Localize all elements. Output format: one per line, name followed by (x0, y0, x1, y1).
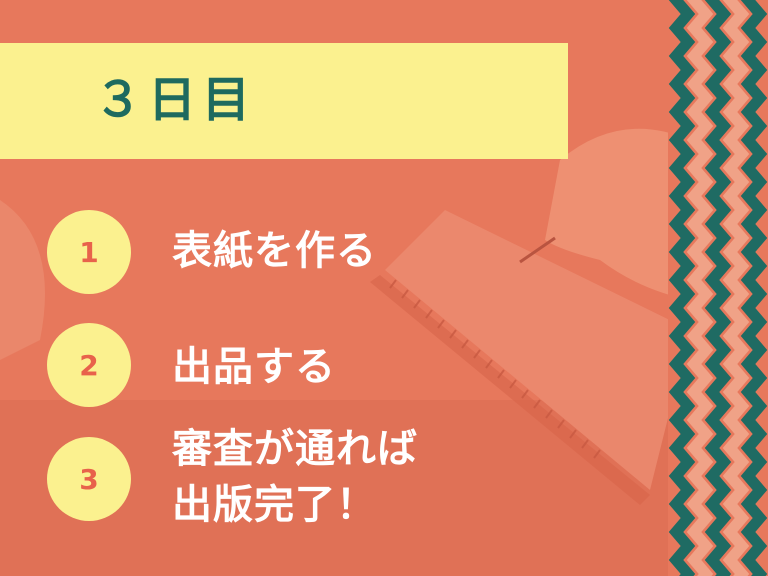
step-3-text-line2: 出版完了！ (172, 482, 377, 528)
step-3-text-line1: 審査が通れば (172, 426, 418, 472)
step-1-text: 表紙を作る (172, 228, 377, 274)
title-banner (0, 43, 568, 159)
step-2-text: 出品する (172, 344, 336, 390)
step-2-number-badge: 2 (47, 323, 131, 407)
step-1-number-badge: 1 (47, 210, 131, 294)
step-2-number: 2 (79, 348, 99, 382)
step-1-number: 1 (79, 235, 99, 269)
step-3-number: 3 (79, 462, 99, 496)
page-title: ３日目 (94, 72, 257, 128)
step-3-number-badge: 3 (47, 437, 131, 521)
zigzag-border (668, 0, 768, 576)
